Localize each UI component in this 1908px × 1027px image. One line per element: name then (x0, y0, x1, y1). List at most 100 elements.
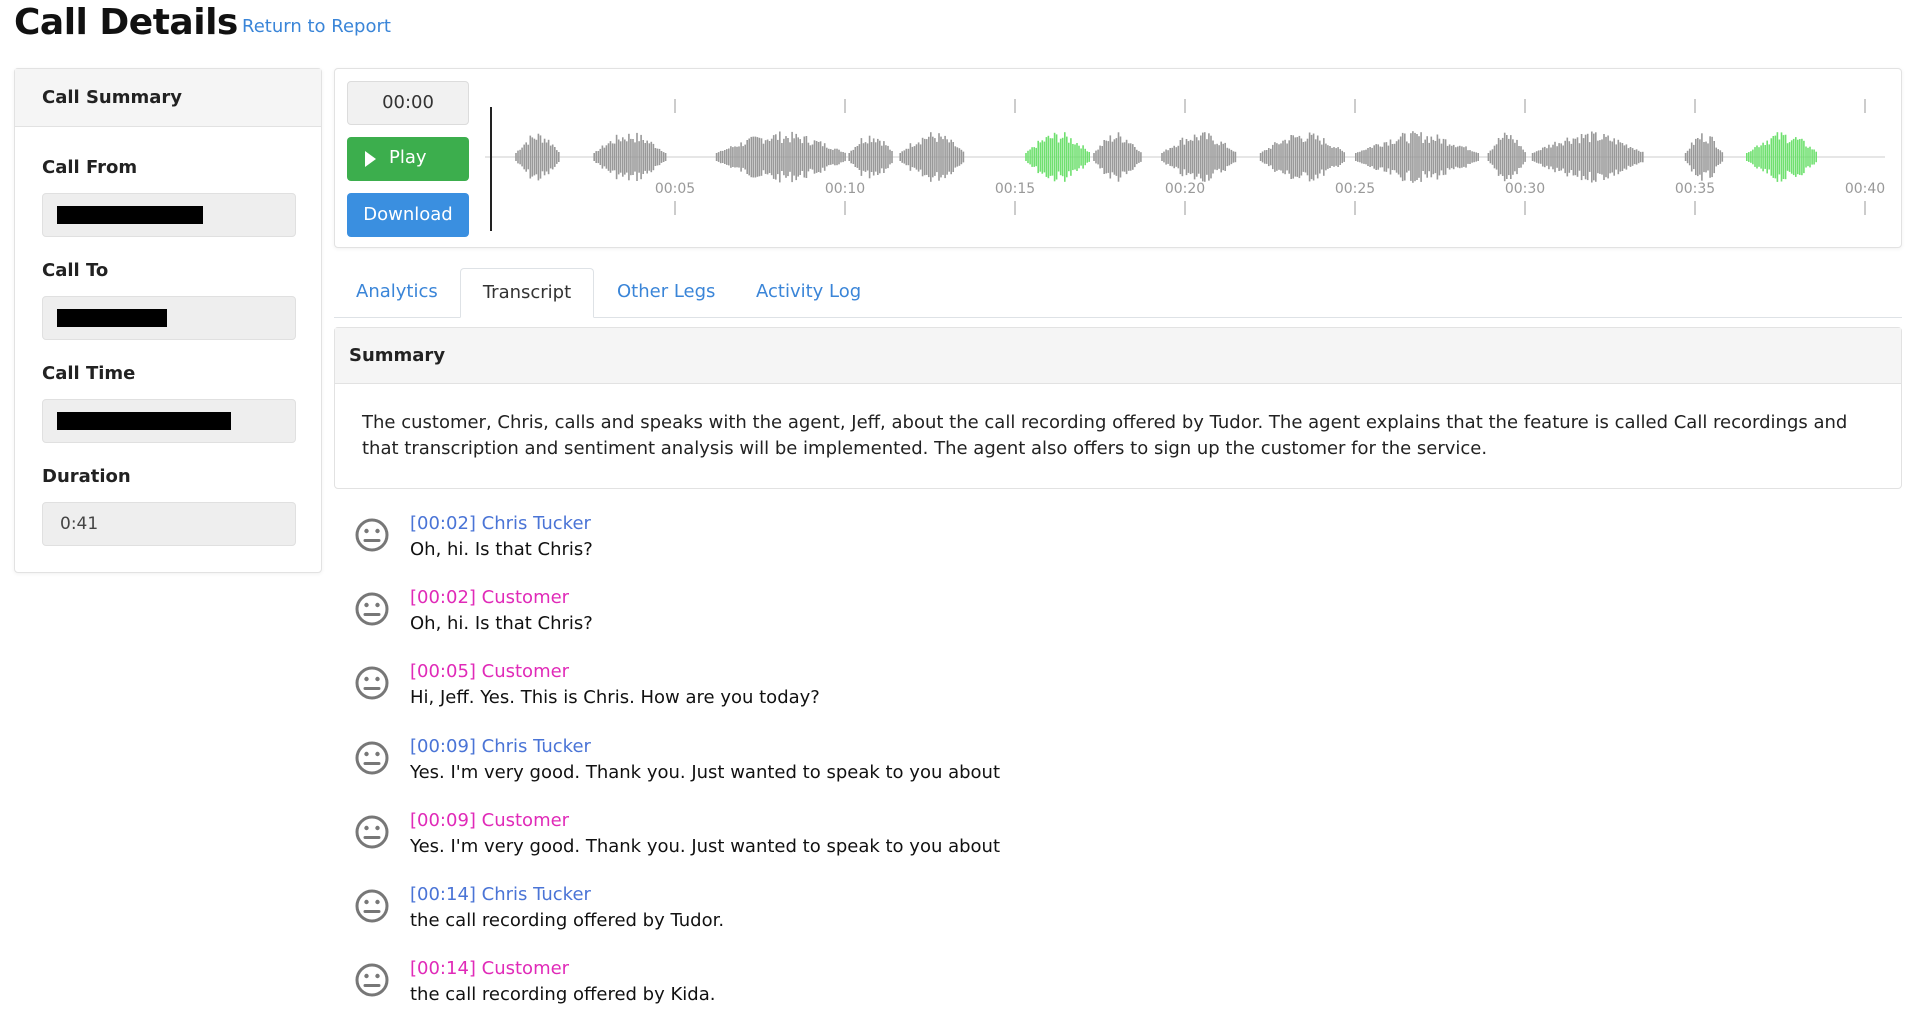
call-summary-title: Call Summary (15, 69, 321, 127)
call-to-label: Call To (42, 260, 109, 281)
waveform-bar (1715, 147, 1717, 167)
waveform-bar (799, 139, 801, 175)
waveform-bar (1570, 143, 1573, 170)
waveform-bar (521, 147, 523, 167)
play-button-label: Play (389, 147, 427, 168)
waveform-bar (1078, 145, 1080, 169)
waveform-bar (597, 151, 600, 164)
waveform-bar (1193, 134, 1196, 180)
tab-transcript[interactable]: Transcript (460, 268, 594, 318)
waveform-bar (1039, 142, 1042, 172)
waveform-bar (1343, 152, 1345, 162)
waveform-bar (1397, 139, 1400, 175)
waveform-bar (1080, 148, 1082, 166)
waveform-bar (1774, 135, 1777, 179)
waveform-bar (1381, 146, 1384, 168)
waveform-bar (558, 152, 560, 162)
waveform-bar (948, 142, 950, 172)
waveform-bar (549, 145, 552, 169)
transcript-entry: [00:09] Chris Tucker Yes. I'm very good.… (354, 736, 1554, 800)
waveform-bar (734, 146, 736, 168)
page-title: Call Details (14, 2, 238, 43)
waveform-bar (1623, 145, 1626, 169)
waveform-bar (903, 150, 906, 164)
waveform-bar (1068, 142, 1070, 172)
waveform-bar (817, 142, 820, 172)
download-button[interactable]: Download (347, 193, 469, 237)
waveform-bar (1548, 144, 1550, 170)
waveform-bar (748, 138, 750, 176)
waveform-bar (644, 143, 646, 171)
waveform-bar (554, 147, 556, 167)
waveform-bar (1544, 146, 1546, 168)
waveform-bar (744, 144, 746, 170)
waveform-bar (1323, 138, 1325, 176)
waveform-bar (1408, 143, 1410, 171)
waveform-bar (756, 137, 759, 177)
waveform-bar (1444, 139, 1447, 175)
waveform-bar (1566, 137, 1569, 177)
waveform-bar (752, 136, 755, 178)
waveform-bar (1546, 148, 1548, 166)
waveform-bar (642, 140, 644, 174)
waveform-bar (1514, 142, 1516, 172)
waveform-bar (1469, 150, 1471, 164)
waveform-bar (1337, 147, 1339, 167)
waveform-bar (1762, 142, 1764, 172)
waveform-bar (1371, 147, 1373, 167)
waveform-bar (1115, 138, 1118, 176)
neutral-face-icon (355, 741, 389, 775)
waveform-bar (1195, 137, 1198, 177)
waveform-bar (1542, 147, 1544, 167)
summary-panel: Summary The customer, Chris, calls and s… (334, 327, 1902, 489)
waveform-bar (775, 134, 777, 180)
waveform-bar (1230, 149, 1233, 165)
waveform-bar (1491, 149, 1494, 165)
waveform-bar (787, 138, 789, 177)
waveform-bar (1282, 140, 1284, 174)
waveform[interactable]: 00:05 00:10 00:15 00:20 00:25 00:30 00:35 00:40 (485, 77, 1885, 237)
waveform-bar (1520, 146, 1522, 168)
waveform-bar (1333, 147, 1335, 167)
tab-activity-log[interactable]: Activity Log (756, 268, 861, 317)
waveform-bar (1136, 149, 1138, 165)
waveform-bar (1416, 134, 1418, 180)
waveform-bar (537, 133, 540, 181)
waveform-bar (1117, 132, 1120, 182)
tab-other-legs[interactable]: Other Legs (617, 268, 715, 317)
entry-speaker: [00:09] Customer (410, 810, 570, 831)
waveform-bar (1220, 141, 1222, 173)
waveform-bar (789, 142, 791, 172)
waveform-bar (1228, 148, 1231, 166)
waveform-bar (1369, 147, 1371, 167)
waveform-bar (1379, 146, 1382, 168)
waveform-bar (828, 148, 830, 166)
waveform-bar (940, 136, 942, 178)
waveform-bar (1428, 142, 1430, 172)
waveform-bar (1031, 147, 1033, 167)
waveform-bar (533, 138, 536, 176)
return-to-report-link[interactable]: Return to Report (242, 16, 391, 37)
waveform-bar (766, 139, 769, 175)
tab-analytics[interactable]: Analytics (356, 268, 438, 317)
waveform-bar (626, 141, 628, 173)
waveform-bar (844, 152, 846, 162)
waveform-bar (1414, 132, 1416, 182)
waveform-bar (519, 149, 521, 165)
waveform-bar (917, 142, 920, 172)
waveform-bar (1099, 145, 1101, 169)
waveform-bar (762, 143, 765, 171)
waveform-bar (772, 135, 775, 179)
entry-speaker: [00:02] Customer (410, 587, 570, 608)
waveform-bar (523, 144, 525, 170)
waveform-bar (921, 137, 924, 177)
waveform-bar (958, 148, 961, 166)
waveform-bar (1367, 148, 1369, 166)
waveform-bar (1510, 135, 1512, 179)
waveform-bar (1325, 143, 1327, 171)
waveform-bar (1807, 147, 1809, 167)
play-button[interactable]: Play (347, 137, 469, 181)
audio-player: 00:00 Play Download 00:05 00:10 00:15 00:20… (334, 68, 1902, 248)
waveform-bar (547, 139, 550, 175)
waveform-bar (1813, 149, 1815, 165)
